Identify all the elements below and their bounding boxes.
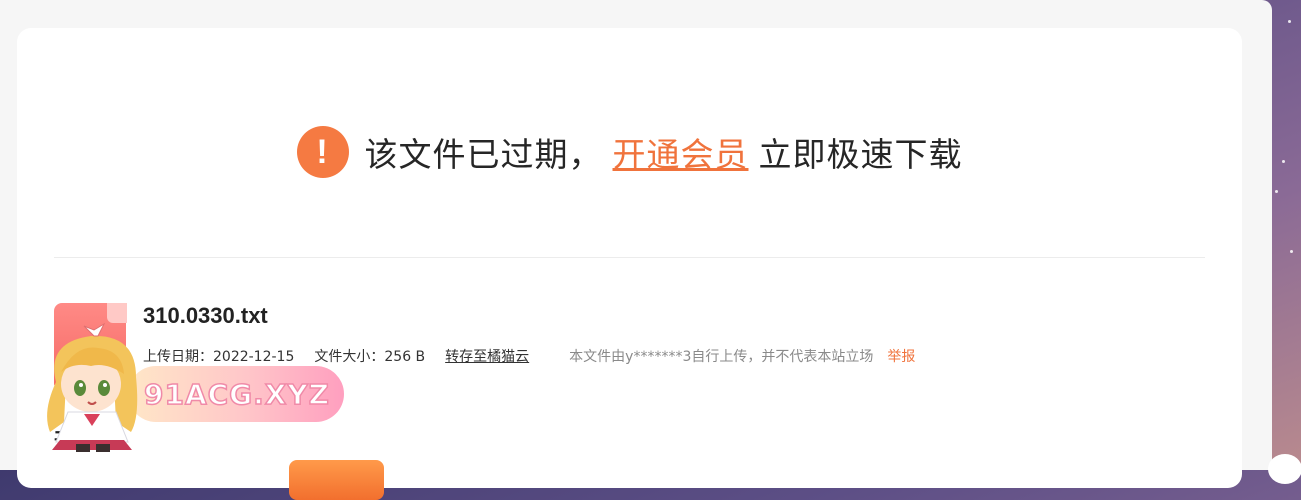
expired-notice: ! 该文件已过期， 开通会员 立即极速下载 [17,124,1242,180]
save-to-cloud-link[interactable]: 转存至橘猫云 [445,346,529,366]
uploader-note: 本文件由y*******3自行上传，并不代表本站立场 [569,349,874,365]
open-vip-link[interactable]: 开通会员 [613,128,749,176]
watermark-text: 91ACG.XYZ [143,377,330,412]
document-fold-corner [107,303,127,323]
exclamation-circle-icon: ! [296,126,349,178]
notice-text-before: 该文件已过期， [364,135,603,174]
sparkle [1288,20,1291,23]
divider [54,257,1205,258]
corner-bubble [1268,454,1301,484]
sparkle [1290,250,1293,253]
anime-mascot-icon [47,322,138,452]
file-meta-row: 上传日期：2022-12-15 文件大小：256 B 转存至橘猫云 本文件由y*… [143,346,915,366]
download-button-partial[interactable] [289,460,384,500]
sparkle [1282,160,1285,163]
report-link[interactable]: 举报 [887,346,915,366]
sparkle [1275,190,1278,193]
notice-text-after: 立即极速下载 [758,135,963,174]
file-size: 文件大小：256 B [314,349,426,365]
